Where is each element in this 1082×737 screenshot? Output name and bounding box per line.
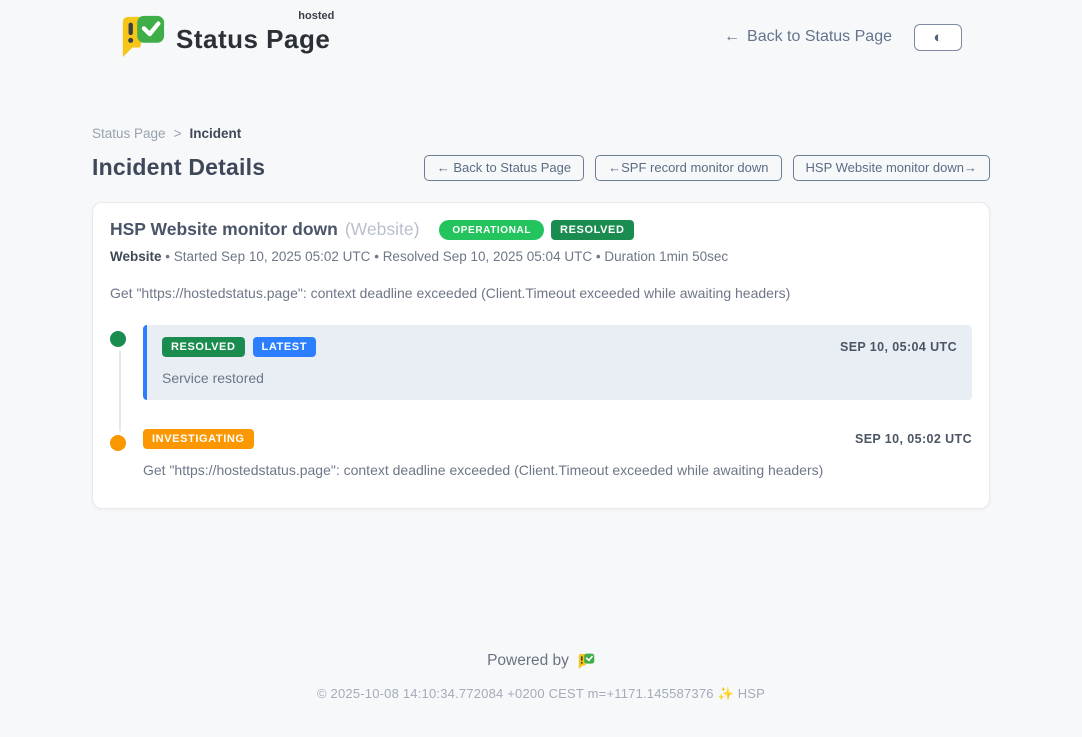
header-back-link[interactable]: ← Back to Status Page: [724, 28, 892, 46]
incident-title: HSP Website monitor down: [110, 219, 338, 240]
header: Status Page hosted ← Back to Status Page …: [0, 0, 1082, 60]
next-incident-button[interactable]: HSP Website monitor down→: [793, 155, 990, 181]
header-right: ← Back to Status Page ◐: [724, 24, 962, 51]
timeline-entry-investigating: INVESTIGATING SEP 10, 05:02 UTC Get "htt…: [110, 429, 972, 478]
incident-component: (Website): [345, 219, 420, 240]
page-title: Incident Details: [92, 154, 265, 181]
timeline-dot-green: [110, 331, 126, 347]
bullet-separator: •: [374, 249, 379, 264]
meta-duration: Duration 1min 50sec: [604, 249, 728, 264]
contrast-icon: ◐: [933, 29, 942, 46]
footer: Powered by © 2025-10-08 14:10:34.772084 …: [0, 652, 1082, 702]
timeline-entry-body: INVESTIGATING SEP 10, 05:02 UTC Get "htt…: [143, 429, 972, 478]
arrow-left-icon: ←: [724, 28, 740, 46]
timeline-badges: INVESTIGATING: [143, 429, 254, 449]
bullet-separator: •: [165, 249, 170, 264]
statuspage-logo-icon: [118, 14, 166, 60]
powered-by-label: Powered by: [487, 652, 569, 670]
meta-component: Website: [110, 249, 162, 264]
meta-resolved: Resolved Sep 10, 2025 05:04 UTC: [383, 249, 592, 264]
header-back-link-label: Back to Status Page: [747, 28, 892, 46]
title-row: Incident Details ← Back to Status Page ←…: [92, 154, 990, 181]
meta-started: Started Sep 10, 2025 05:02 UTC: [174, 249, 371, 264]
arrow-left-icon: ←: [437, 160, 450, 175]
back-to-status-page-button[interactable]: ← Back to Status Page: [424, 155, 584, 181]
incident-meta: Website • Started Sep 10, 2025 05:02 UTC…: [110, 249, 972, 264]
breadcrumb-incident: Incident: [189, 126, 241, 141]
timeline-message: Service restored: [162, 370, 957, 386]
powered-by: Powered by: [0, 652, 1082, 670]
arrow-left-icon: ←: [608, 160, 621, 175]
timeline-entry-head: INVESTIGATING SEP 10, 05:02 UTC: [143, 429, 972, 449]
logo-text: Status Page hosted: [176, 14, 330, 55]
timeline-entry-resolved: RESOLVED LATEST SEP 10, 05:04 UTC Servic…: [110, 325, 972, 400]
theme-toggle-button[interactable]: ◐: [914, 24, 962, 51]
timeline-dot-orange: [110, 435, 126, 451]
incident-timeline: RESOLVED LATEST SEP 10, 05:04 UTC Servic…: [110, 325, 972, 478]
statuspage-logo-icon-small[interactable]: [577, 653, 595, 670]
incident-nav-buttons: ← Back to Status Page ←SPF record monito…: [424, 155, 990, 181]
operational-badge: OPERATIONAL: [439, 220, 544, 240]
prev-incident-button[interactable]: ←SPF record monitor down: [595, 155, 781, 181]
incident-card: HSP Website monitor down (Website) OPERA…: [92, 202, 990, 509]
latest-badge: LATEST: [253, 337, 317, 357]
breadcrumb-separator: >: [174, 126, 182, 141]
incident-description: Get "https://hostedstatus.page": context…: [110, 285, 972, 301]
timeline-entry-head: RESOLVED LATEST SEP 10, 05:04 UTC: [162, 337, 957, 357]
main-content: Status Page > Incident Incident Details …: [92, 126, 990, 509]
resolved-badge: RESOLVED: [551, 220, 634, 240]
breadcrumb-status-page[interactable]: Status Page: [92, 126, 166, 141]
timeline-entry-card: RESOLVED LATEST SEP 10, 05:04 UTC Servic…: [143, 325, 972, 400]
statuspage-logo: Status Page hosted: [118, 14, 330, 60]
timeline-timestamp: SEP 10, 05:04 UTC: [840, 340, 957, 354]
timeline-message: Get "https://hostedstatus.page": context…: [143, 462, 972, 478]
incident-title-row: HSP Website monitor down (Website) OPERA…: [110, 219, 972, 240]
breadcrumb: Status Page > Incident: [92, 126, 990, 141]
timeline-badges: RESOLVED LATEST: [162, 337, 316, 357]
timeline-timestamp: SEP 10, 05:02 UTC: [855, 432, 972, 446]
resolved-badge: RESOLVED: [162, 337, 245, 357]
bullet-separator: •: [596, 249, 601, 264]
copyright-text: © 2025-10-08 14:10:34.772084 +0200 CEST …: [0, 686, 1082, 702]
brand-superscript: hosted: [298, 10, 334, 22]
investigating-badge: INVESTIGATING: [143, 429, 254, 449]
brand-name: Status Page: [176, 24, 330, 54]
arrow-right-icon: →: [964, 160, 977, 175]
